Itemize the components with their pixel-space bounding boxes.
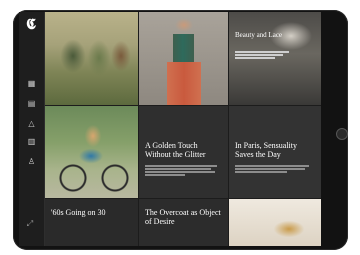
sidebar-item-sections[interactable]: △ xyxy=(22,120,41,128)
article-tile-paris[interactable]: In Paris, Sensuality Saves the Day xyxy=(229,106,321,198)
sidebar-item-saved[interactable]: ▤ xyxy=(22,100,41,108)
sections-icon: △ xyxy=(28,119,35,128)
sidebar-item-front-page[interactable]: ▦ xyxy=(22,80,41,88)
article-tile-sixties[interactable]: '60s Going on 30 xyxy=(45,199,138,246)
tile-headline: In Paris, Sensuality Saves the Day xyxy=(235,141,297,159)
tile-deck xyxy=(235,164,309,174)
app-screen: 𝕮 ▦ ▤ △ ▥ ♙ ⤢ Beauty and Lace A Golden T… xyxy=(19,12,321,246)
article-tile-golden[interactable]: A Golden Touch Without the Glitter xyxy=(139,106,228,198)
photos-icon: ▥ xyxy=(27,137,36,146)
sidebar-item-profile[interactable]: ♙ xyxy=(22,158,41,166)
tile-deck xyxy=(235,50,295,60)
article-tile-overcoat[interactable]: The Overcoat as Object of Desire xyxy=(139,199,228,246)
tile-headline: A Golden Touch Without the Glitter xyxy=(145,141,206,159)
home-button[interactable] xyxy=(336,128,348,140)
app-logo[interactable]: 𝕮 xyxy=(23,17,39,33)
tile-headline: Beauty and Lace xyxy=(235,31,283,39)
sidebar-item-photos[interactable]: ▥ xyxy=(22,138,41,146)
profile-icon: ♙ xyxy=(27,157,36,166)
sidebar: 𝕮 ▦ ▤ △ ▥ ♙ ⤢ xyxy=(19,12,45,246)
photo-tile-friends[interactable] xyxy=(45,12,138,105)
photo-tile-bike[interactable] xyxy=(45,106,138,198)
photo-tile-gold[interactable] xyxy=(229,199,321,246)
front-page-icon: ▦ xyxy=(27,79,36,88)
expand-icon[interactable]: ⤢ xyxy=(25,219,35,229)
tile-headline: '60s Going on 30 xyxy=(51,208,106,217)
photo-tile-paris[interactable]: Beauty and Lace xyxy=(229,12,321,105)
saved-icon: ▤ xyxy=(27,99,36,108)
tile-headline: The Overcoat as Object of Desire xyxy=(145,208,221,226)
photo-tile-fashion[interactable] xyxy=(139,12,228,105)
tile-deck xyxy=(145,164,217,177)
